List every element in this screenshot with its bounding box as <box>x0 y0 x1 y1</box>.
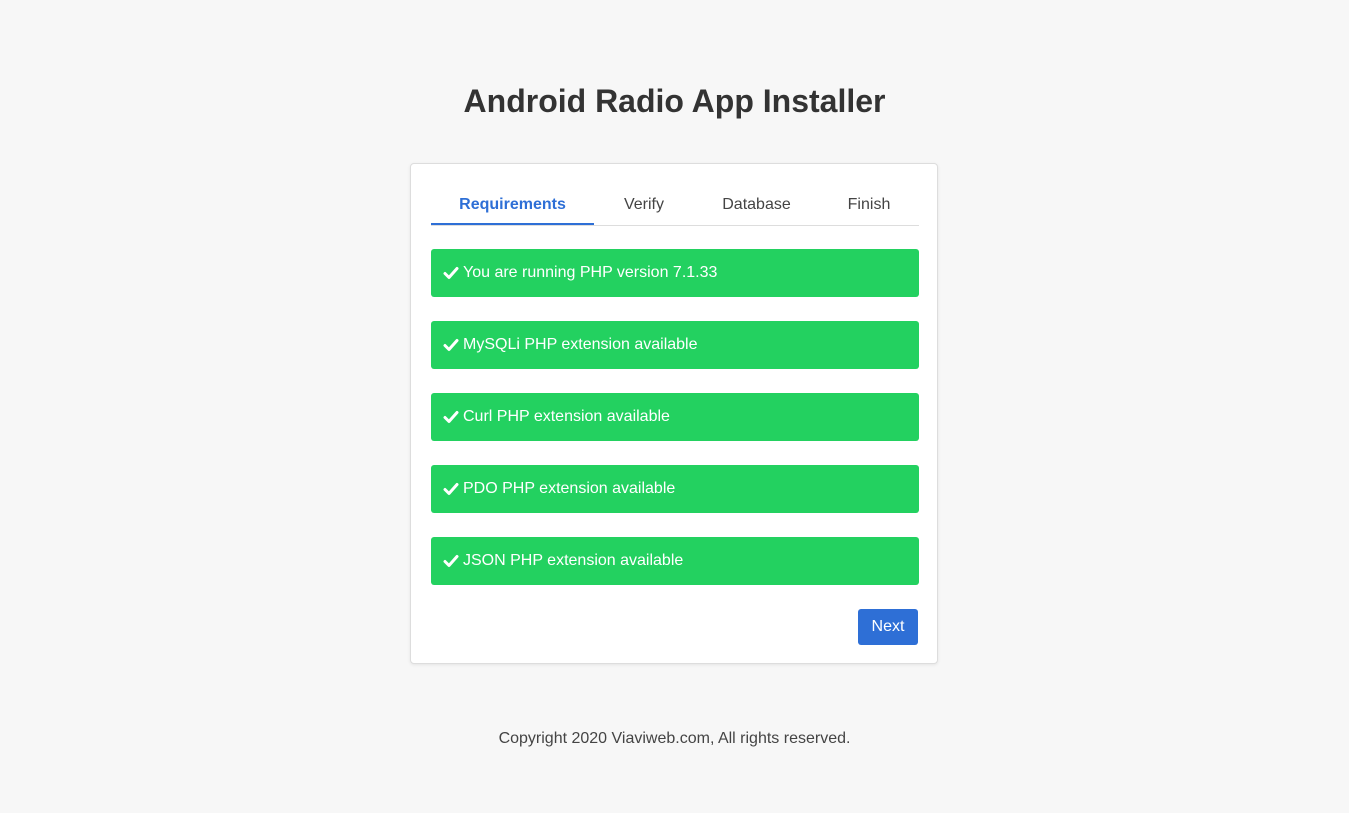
tab-verify[interactable]: Verify <box>594 186 694 225</box>
check-icon <box>443 265 459 281</box>
requirement-php-version: You are running PHP version 7.1.33 <box>431 249 919 297</box>
page-title: Android Radio App Installer <box>463 83 886 119</box>
installer-tabs: Requirements Verify Database Finish <box>431 186 919 226</box>
installer-card: Requirements Verify Database Finish You … <box>410 163 938 664</box>
requirement-pdo: PDO PHP extension available <box>431 465 919 513</box>
requirement-text: MySQLi PHP extension available <box>463 336 698 353</box>
requirement-json: JSON PHP extension available <box>431 537 919 585</box>
check-icon <box>443 553 459 569</box>
requirement-text: JSON PHP extension available <box>463 552 684 569</box>
check-icon <box>443 409 459 425</box>
check-icon <box>443 337 459 353</box>
requirement-mysqli: MySQLi PHP extension available <box>431 321 919 369</box>
tab-finish[interactable]: Finish <box>819 186 919 225</box>
tab-database[interactable]: Database <box>694 186 819 225</box>
requirement-text: PDO PHP extension available <box>463 480 676 497</box>
footer-copyright: Copyright 2020 Viaviweb.com, All rights … <box>498 730 851 747</box>
tab-requirements[interactable]: Requirements <box>431 186 594 225</box>
next-button[interactable]: Next <box>858 609 918 645</box>
requirement-text: You are running PHP version 7.1.33 <box>463 264 718 281</box>
check-icon <box>443 481 459 497</box>
requirement-text: Curl PHP extension available <box>463 408 670 425</box>
requirements-list: You are running PHP version 7.1.33 MySQL… <box>431 249 919 609</box>
requirement-curl: Curl PHP extension available <box>431 393 919 441</box>
